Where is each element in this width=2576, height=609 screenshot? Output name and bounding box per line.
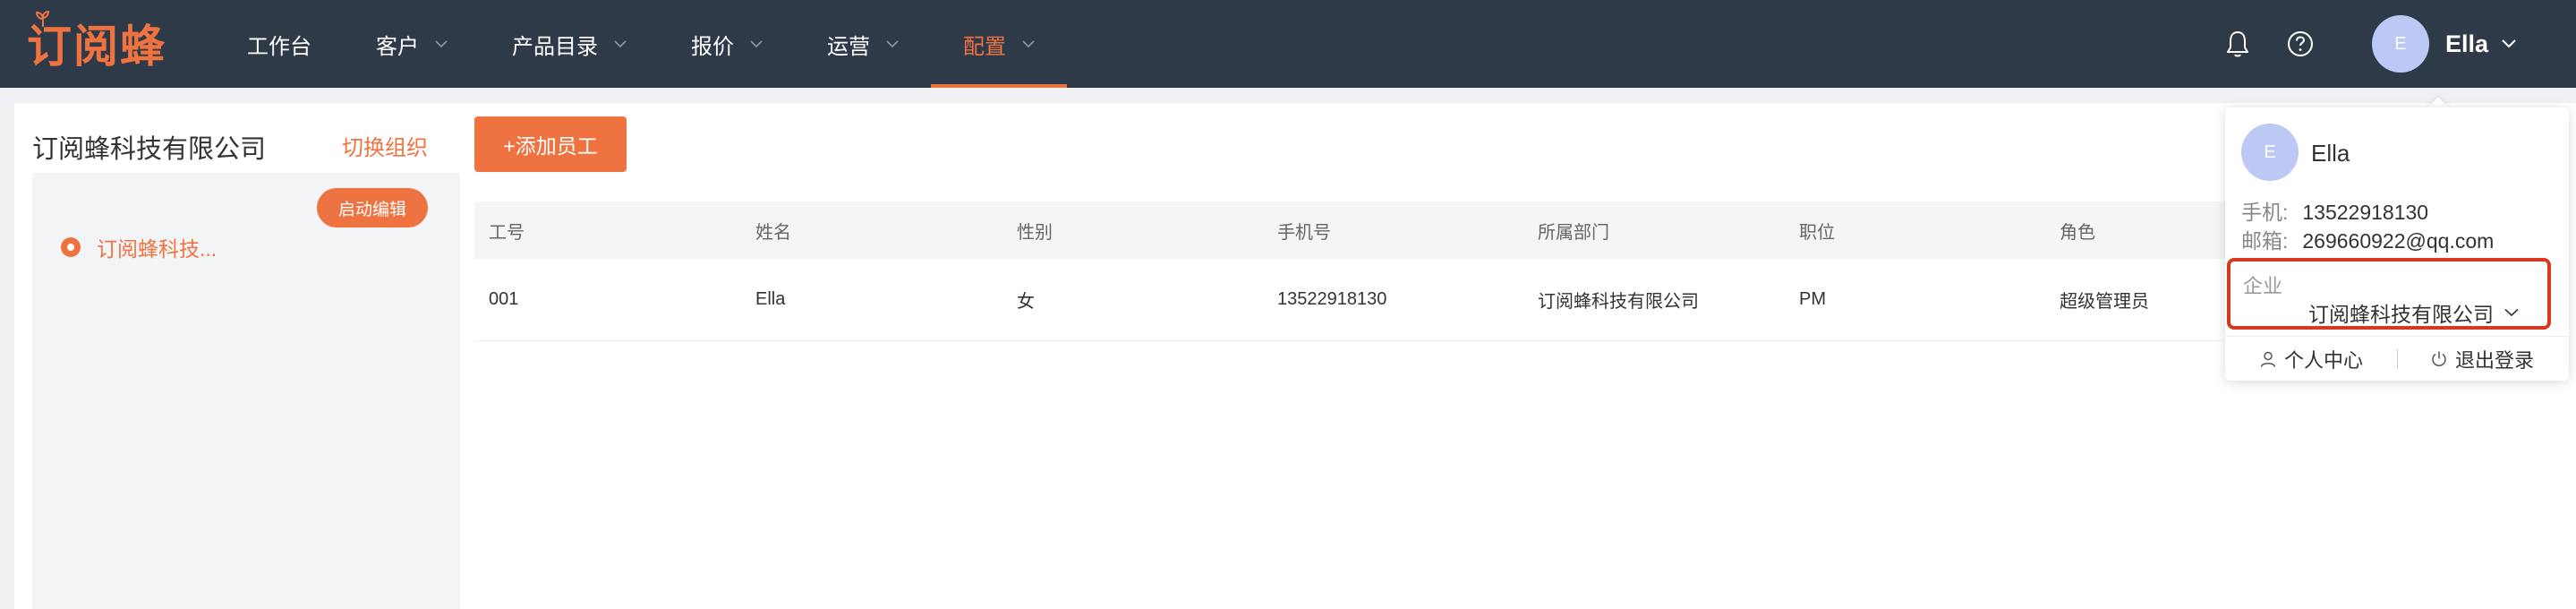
nav-item-label: 产品目录 (512, 34, 598, 59)
organization-panel: 订阅蜂科技有限公司 切换组织 启动编辑 订阅蜂科技... (14, 103, 460, 609)
popover-phone-row: 手机: 13522918130 (2241, 195, 2428, 226)
avatar: E (2371, 15, 2429, 73)
cell-phone: 13522918130 (1277, 289, 1387, 309)
tree-node-company[interactable]: 订阅蜂科技... (61, 232, 217, 262)
nav-item-label: 配置 (963, 34, 1006, 59)
nav-item-quotes[interactable]: 报价 (659, 0, 795, 88)
bell-icon (2226, 31, 2248, 57)
popover-footer: 个人中心 退出登录 (2225, 336, 2569, 381)
cell-id: 001 (489, 289, 519, 309)
chevron-down-icon (2504, 308, 2519, 317)
email-label: 邮箱: (2241, 229, 2289, 253)
company-value: 订阅蜂科技有限公司 (2308, 303, 2494, 326)
brand-logo[interactable]: 订阅蜂 (27, 11, 166, 73)
start-edit-button[interactable]: 启动编辑 (316, 188, 428, 227)
nav-item-customers[interactable]: 客户 (344, 0, 480, 88)
cell-department: 订阅蜂科技有限公司 (1538, 292, 1699, 312)
tree-node-label: 订阅蜂科技... (97, 237, 218, 261)
column-header-name: 姓名 (755, 222, 791, 243)
phone-value: 13522918130 (2302, 201, 2429, 224)
footer-divider (2397, 348, 2399, 369)
profile-center-link[interactable]: 个人中心 (2259, 345, 2363, 373)
nav-item-settings[interactable]: 配置 (931, 0, 1067, 88)
main-nav: 工作台 客户 产品目录 报价 运营 配置 (215, 0, 1067, 88)
column-header-role: 角色 (2060, 222, 2095, 243)
nav-item-label: 报价 (691, 34, 734, 59)
user-icon (2260, 351, 2276, 367)
column-header-gender: 性别 (1017, 222, 1053, 243)
top-navigation-bar: 订阅蜂 工作台 客户 产品目录 报价 运营 配置 E Ella (0, 0, 2576, 88)
nav-item-workbench[interactable]: 工作台 (215, 0, 344, 88)
org-tree: 启动编辑 订阅蜂科技... (32, 173, 460, 609)
nav-item-label: 运营 (827, 34, 870, 59)
popover-email-row: 邮箱: 269660922@qq.com (2241, 224, 2494, 254)
column-header-phone: 手机号 (1277, 222, 1331, 243)
selected-dot-icon (61, 237, 81, 257)
nav-item-label: 工作台 (247, 34, 311, 59)
logout-link[interactable]: 退出登录 (2430, 345, 2534, 373)
column-header-department: 所属部门 (1538, 222, 1609, 243)
help-icon (2287, 31, 2313, 56)
company-label: 企业 (2243, 275, 2283, 297)
nav-item-product-catalog[interactable]: 产品目录 (480, 0, 659, 88)
nav-item-label: 客户 (376, 34, 419, 59)
user-popover: E Ella 手机: 13522918130 邮箱: 269660922@qq.co… (2225, 107, 2569, 381)
column-header-position: 职位 (1799, 222, 1835, 243)
cell-name: Ella (755, 289, 786, 309)
chevron-down-icon (1022, 40, 1035, 48)
cell-position: PM (1799, 289, 1826, 309)
popover-avatar: E (2241, 124, 2299, 181)
chevron-down-icon (614, 40, 627, 48)
nav-item-operations[interactable]: 运营 (795, 0, 931, 88)
profile-center-label: 个人中心 (2284, 348, 2364, 372)
email-value: 269660922@qq.com (2302, 229, 2495, 253)
company-selector-highlight: 企业 订阅蜂科技有限公司 (2227, 258, 2551, 330)
column-header-id: 工号 (489, 222, 525, 243)
chevron-down-icon (886, 40, 899, 48)
nav-right-actions: E Ella (2220, 0, 2576, 88)
cell-gender: 女 (1017, 292, 1035, 312)
cell-role: 超级管理员 (2060, 292, 2149, 312)
chevron-down-icon (2502, 39, 2516, 48)
switch-org-link[interactable]: 切换组织 (342, 130, 428, 161)
add-employee-button[interactable]: +添加员工 (474, 116, 627, 172)
org-title: 订阅蜂科技有限公司 (32, 135, 267, 164)
company-select[interactable]: 订阅蜂科技有限公司 (2308, 297, 2519, 328)
phone-label: 手机: (2241, 201, 2289, 224)
user-menu-trigger[interactable]: E Ella (2371, 15, 2517, 73)
logo-sprout-icon (35, 11, 50, 27)
logout-label: 退出登录 (2455, 348, 2535, 372)
notifications-button[interactable] (2220, 26, 2256, 62)
chevron-down-icon (750, 40, 763, 48)
power-icon (2432, 351, 2446, 366)
help-button[interactable] (2282, 26, 2318, 62)
chevron-down-icon (435, 40, 448, 48)
user-name: Ella (2444, 30, 2488, 57)
popover-user-name: Ella (2311, 140, 2350, 167)
